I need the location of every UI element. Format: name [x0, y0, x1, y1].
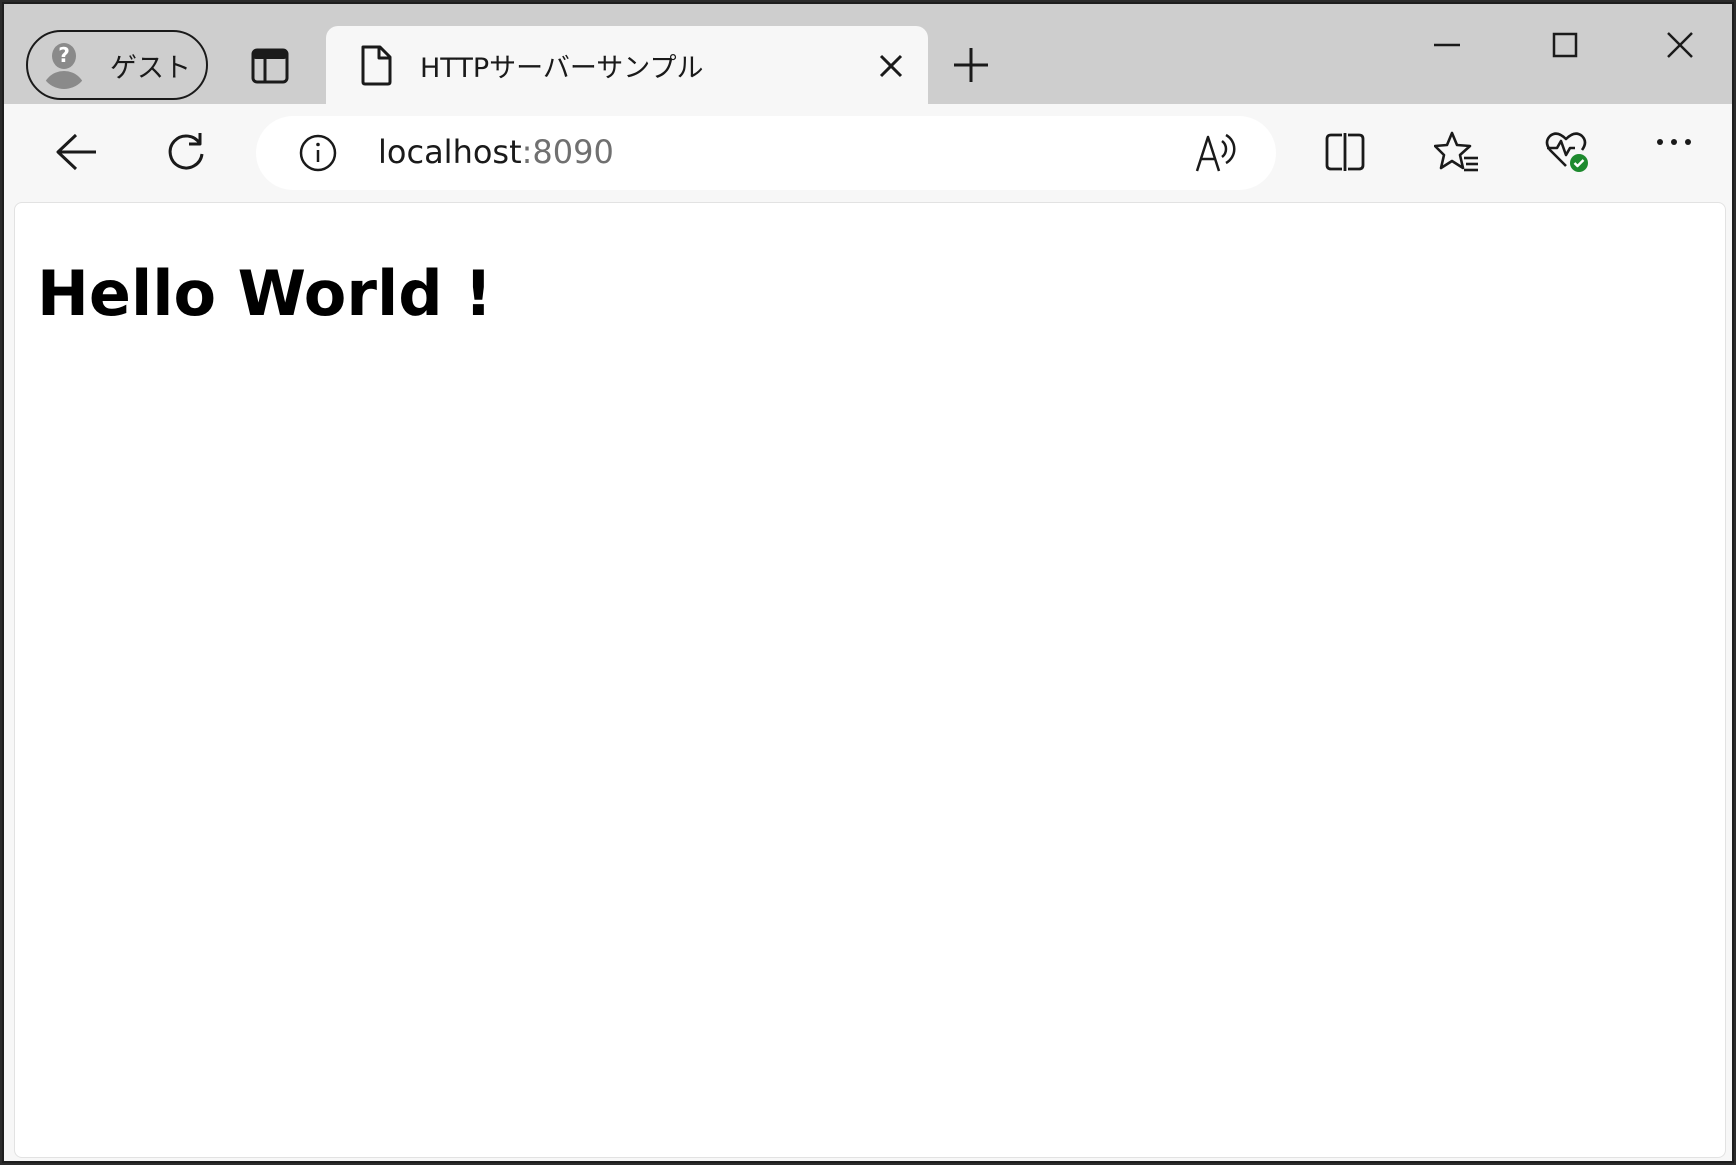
- minimize-icon[interactable]: [1432, 30, 1462, 60]
- active-tab[interactable]: HTTPサーバーサンプル: [326, 26, 928, 106]
- tab-actions-icon[interactable]: [250, 47, 290, 85]
- favorites-icon[interactable]: [1434, 130, 1480, 174]
- document-icon: [361, 45, 392, 86]
- profile-label: ゲスト: [110, 52, 191, 84]
- page-heading: Hello World !: [37, 257, 493, 330]
- navigation-toolbar: localhost:8090: [4, 104, 1732, 200]
- url-host: localhost: [378, 133, 522, 171]
- url-text[interactable]: localhost:8090: [378, 132, 614, 172]
- more-icon[interactable]: [1654, 136, 1694, 148]
- guest-avatar-icon: ?: [40, 41, 88, 89]
- back-arrow-icon[interactable]: [54, 132, 98, 172]
- browser-window: ? ゲスト HTTPサーバーサンプル localhost:8090 Hello …: [2, 2, 1734, 1163]
- web-page: Hello World !: [14, 202, 1726, 1158]
- title-bar: ? ゲスト HTTPサーバーサンプル: [4, 4, 1732, 106]
- profile-button[interactable]: ? ゲスト: [26, 30, 208, 100]
- info-icon[interactable]: [298, 133, 338, 173]
- maximize-icon[interactable]: [1550, 30, 1580, 60]
- content-area: Hello World !: [4, 200, 1732, 1161]
- browser-essentials-icon[interactable]: [1544, 128, 1592, 176]
- read-aloud-icon[interactable]: [1194, 131, 1238, 175]
- tab-title: HTTPサーバーサンプル: [420, 53, 704, 84]
- url-port: :8090: [521, 133, 614, 171]
- close-tab-icon[interactable]: [876, 51, 906, 81]
- close-window-icon[interactable]: [1664, 29, 1696, 61]
- split-screen-icon[interactable]: [1324, 132, 1366, 172]
- refresh-icon[interactable]: [164, 130, 208, 174]
- address-bar[interactable]: localhost:8090: [256, 116, 1276, 190]
- new-tab-icon[interactable]: [952, 46, 990, 84]
